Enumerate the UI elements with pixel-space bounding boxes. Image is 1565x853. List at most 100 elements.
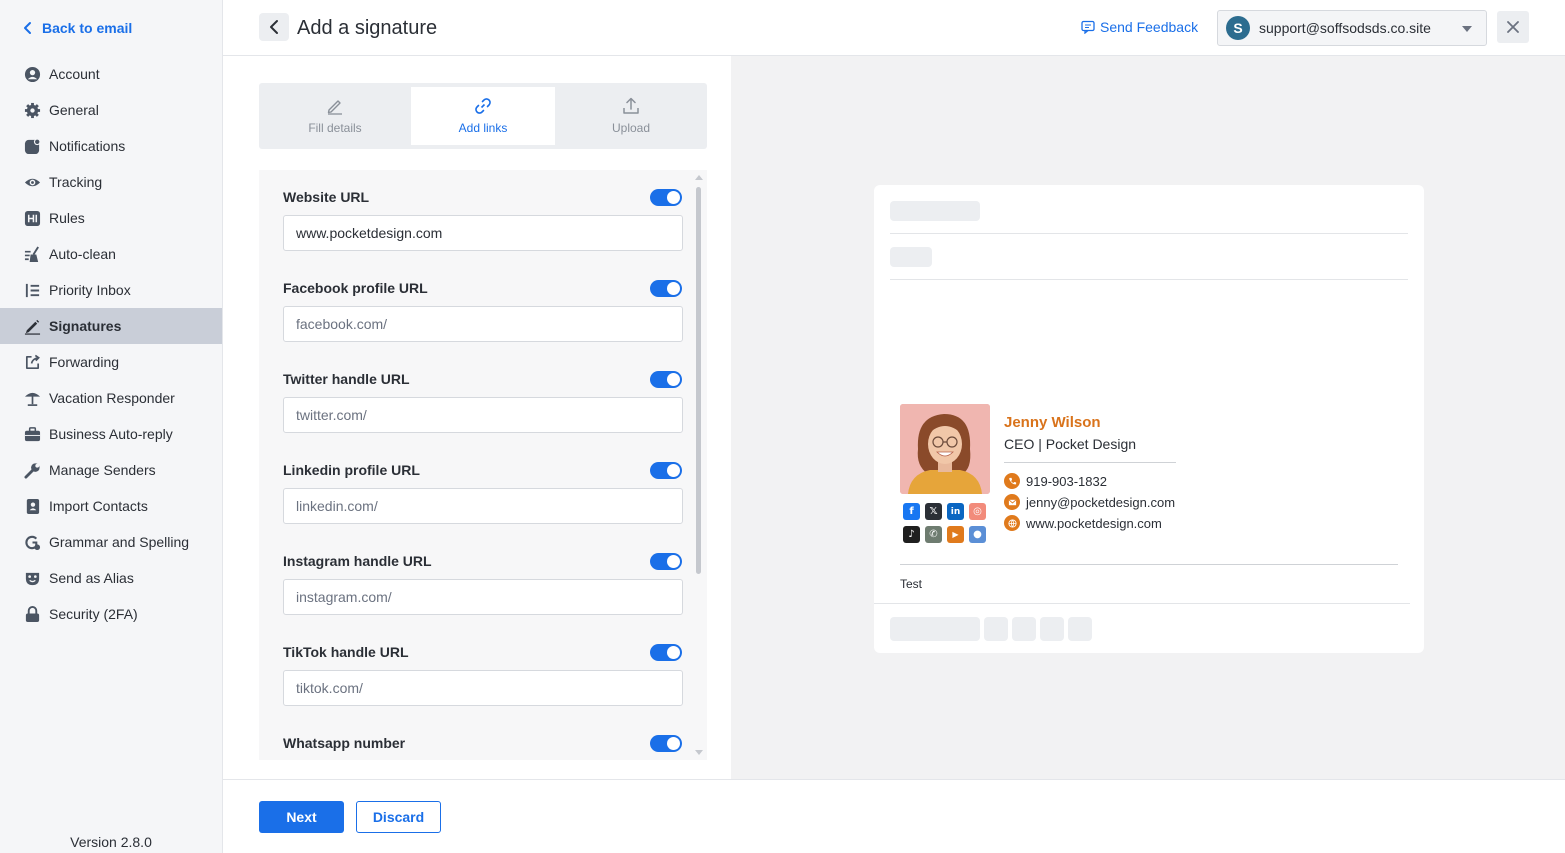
signature-phone-text: 919-903-1832	[1026, 473, 1107, 489]
link-icon	[475, 98, 491, 114]
skeleton-placeholder	[1068, 617, 1092, 641]
tab-add-links[interactable]: Add links	[411, 87, 555, 145]
sidebar-item-label: Manage Senders	[49, 462, 156, 478]
upload-icon	[623, 97, 639, 114]
action-footer: Next Discard	[223, 779, 1565, 853]
back-to-email-link[interactable]: Back to email	[22, 18, 132, 38]
sidebar-item-tracking[interactable]: Tracking	[0, 164, 222, 200]
tab-label: Add links	[458, 121, 508, 135]
signature-phone: 919-903-1832	[1004, 473, 1107, 489]
close-button[interactable]	[1497, 11, 1529, 43]
sidebar-item-grammar-spelling[interactable]: Grammar and Spelling	[0, 524, 222, 560]
sidebar-item-import-contacts[interactable]: Import Contacts	[0, 488, 222, 524]
page-title: Add a signature	[297, 17, 438, 39]
fields-scrollbar[interactable]	[695, 173, 703, 759]
sidebar-item-security[interactable]: Security (2FA)	[0, 596, 222, 632]
settings-sidebar: Back to email Account General Notificati…	[0, 0, 223, 853]
facebook-url-input[interactable]	[283, 306, 683, 342]
sidebar-item-forwarding[interactable]: Forwarding	[0, 344, 222, 380]
scroll-down-icon[interactable]	[695, 750, 703, 755]
settings-nav: Account General Notifications Tracking R…	[0, 56, 222, 632]
list-icon	[23, 281, 41, 299]
twitter-url-toggle[interactable]	[650, 371, 682, 388]
sidebar-item-label: Notifications	[49, 138, 126, 154]
sidebar-item-manage-senders[interactable]: Manage Senders	[0, 452, 222, 488]
next-button[interactable]: Next	[259, 801, 344, 833]
whatsapp-icon[interactable]: ✆	[925, 526, 942, 543]
sidebar-item-rules[interactable]: Rules	[0, 200, 222, 236]
wrench-icon	[23, 461, 41, 479]
signature-footer-text: Test	[900, 577, 923, 591]
discard-button[interactable]: Discard	[356, 801, 441, 833]
linkedin-url-input[interactable]	[283, 488, 683, 524]
header-back-button[interactable]	[259, 13, 289, 41]
scroll-thumb[interactable]	[696, 187, 701, 574]
sidebar-item-label: Tracking	[49, 174, 103, 190]
pencil-icon	[327, 100, 342, 115]
contacts-icon	[23, 497, 41, 515]
tab-fill-details[interactable]: Fill details	[263, 87, 407, 145]
avatar: S	[1226, 16, 1250, 40]
instagram-icon[interactable]: ◎	[969, 503, 986, 520]
tiktok-url-toggle[interactable]	[650, 644, 682, 661]
x-icon[interactable]: 𝕏	[925, 503, 942, 520]
sidebar-item-notifications[interactable]: Notifications	[0, 128, 222, 164]
close-icon	[1507, 21, 1519, 33]
sidebar-item-general[interactable]: General	[0, 92, 222, 128]
broom-icon	[23, 245, 41, 263]
sidebar-item-signatures[interactable]: Signatures	[0, 308, 222, 344]
tab-upload[interactable]: Upload	[559, 87, 703, 145]
skeleton-placeholder	[984, 617, 1008, 641]
tiktok-icon[interactable]: ♪	[903, 526, 920, 543]
field-label: Twitter handle URL	[283, 371, 410, 387]
link-fields-list[interactable]: Website URL Facebook profile URL Twitter…	[259, 170, 707, 760]
email-preview-card: f 𝕏 in ◎ ♪ ✆ ▶ ● Jenny Wilson CEO | Pock…	[874, 185, 1424, 653]
facebook-icon[interactable]: f	[903, 503, 920, 520]
sidebar-item-label: Vacation Responder	[49, 390, 175, 406]
divider	[890, 233, 1408, 234]
location-icon[interactable]: ●	[969, 526, 986, 543]
sidebar-item-label: Business Auto-reply	[49, 426, 173, 442]
linkedin-url-toggle[interactable]	[650, 462, 682, 479]
feedback-icon	[1081, 20, 1095, 34]
website-url-input[interactable]	[283, 215, 683, 251]
website-url-toggle[interactable]	[650, 189, 682, 206]
facebook-url-toggle[interactable]	[650, 280, 682, 297]
mail-icon	[1004, 494, 1020, 510]
sidebar-item-priority-inbox[interactable]: Priority Inbox	[0, 272, 222, 308]
page-header: Add a signature Send Feedback S support@…	[223, 0, 1565, 56]
tab-label: Upload	[611, 121, 651, 135]
whatsapp-number-toggle[interactable]	[650, 735, 682, 752]
signature-form-panel: Fill details Add links Upload Website UR…	[223, 56, 731, 779]
sidebar-item-label: Auto-clean	[49, 246, 116, 262]
skeleton-placeholder	[890, 617, 980, 641]
instagram-url-input[interactable]	[283, 579, 683, 615]
eye-icon	[23, 173, 41, 191]
instagram-url-toggle[interactable]	[650, 553, 682, 570]
skeleton-placeholder	[1012, 617, 1036, 641]
sidebar-item-label: Send as Alias	[49, 570, 134, 586]
scroll-up-icon[interactable]	[695, 175, 703, 180]
tiktok-url-input[interactable]	[283, 670, 683, 706]
chevron-down-icon	[1462, 26, 1472, 32]
forward-icon	[23, 353, 41, 371]
skeleton-placeholder	[890, 247, 932, 267]
sidebar-item-business-auto-reply[interactable]: Business Auto-reply	[0, 416, 222, 452]
sidebar-item-label: Priority Inbox	[49, 282, 131, 298]
umbrella-icon	[23, 389, 41, 407]
skeleton-placeholder	[1040, 617, 1064, 641]
pen-icon	[23, 317, 41, 335]
linkedin-icon[interactable]: in	[947, 503, 964, 520]
sidebar-item-send-as-alias[interactable]: Send as Alias	[0, 560, 222, 596]
sidebar-item-vacation-responder[interactable]: Vacation Responder	[0, 380, 222, 416]
twitter-url-input[interactable]	[283, 397, 683, 433]
account-email: support@soffsodsds.co.site	[1259, 20, 1431, 36]
signature-name: Jenny Wilson	[1004, 414, 1101, 431]
send-feedback-link[interactable]: Send Feedback	[1081, 19, 1198, 35]
rules-icon	[23, 209, 41, 227]
sidebar-item-label: Signatures	[49, 318, 122, 334]
sidebar-item-auto-clean[interactable]: Auto-clean	[0, 236, 222, 272]
youtube-icon[interactable]: ▶	[947, 526, 964, 543]
account-selector[interactable]: S support@soffsodsds.co.site	[1217, 10, 1487, 46]
sidebar-item-account[interactable]: Account	[0, 56, 222, 92]
